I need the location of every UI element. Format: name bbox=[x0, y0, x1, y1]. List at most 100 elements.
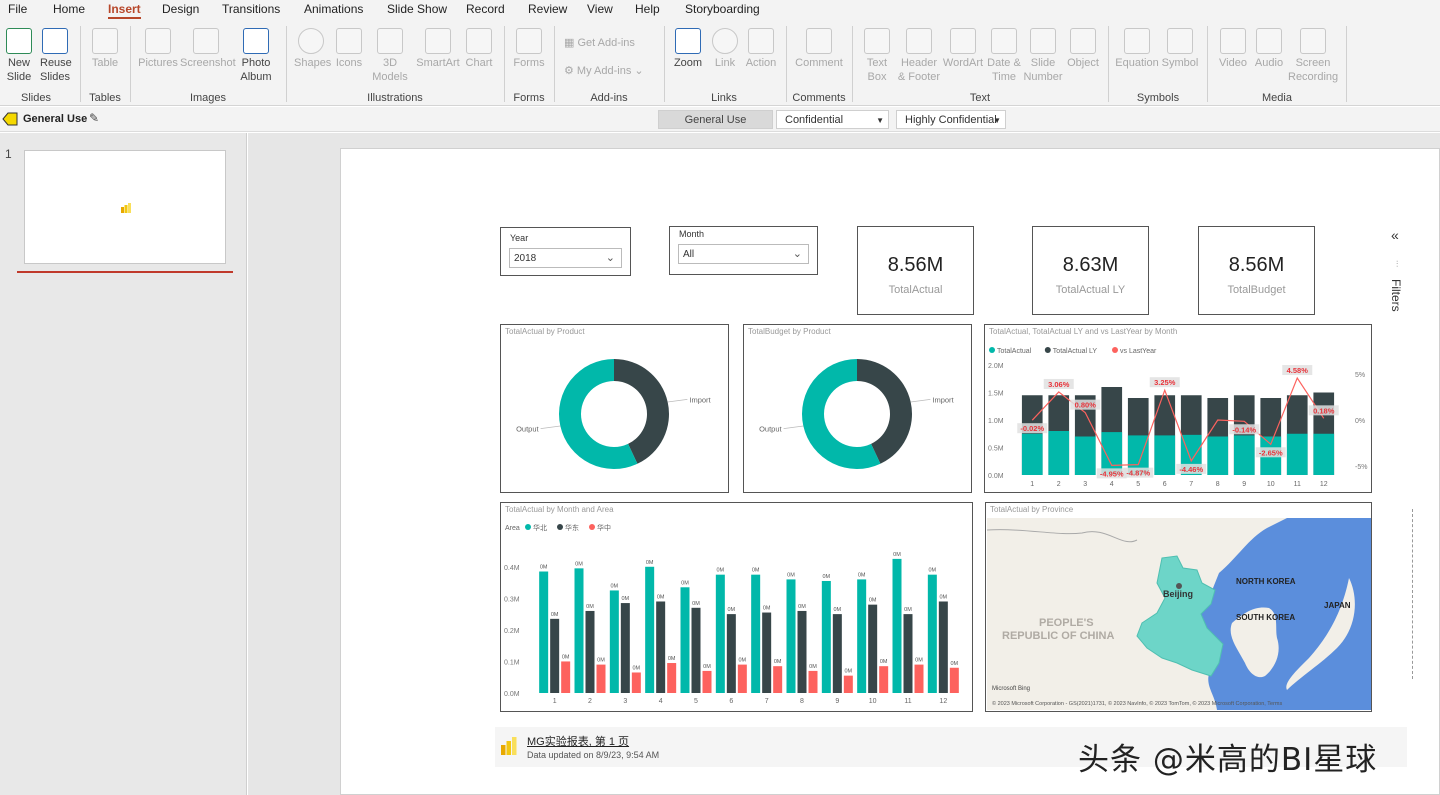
comment-button[interactable]: Comment bbox=[792, 28, 846, 70]
forms-button[interactable]: Forms bbox=[512, 28, 546, 70]
equation-button[interactable]: Equation bbox=[1114, 28, 1160, 70]
tab-help[interactable]: Help bbox=[635, 2, 660, 16]
bar-data-label: 0M bbox=[728, 607, 736, 613]
x-tick-label: 11 bbox=[904, 698, 911, 705]
group-label-text: Text bbox=[969, 92, 991, 104]
month-slicer-dropdown[interactable]: All ⌄ bbox=[678, 244, 809, 264]
pencil-icon[interactable]: ✎ bbox=[89, 111, 99, 125]
pictures-button[interactable]: Pictures bbox=[138, 28, 178, 70]
screen-recording-icon bbox=[1300, 28, 1326, 54]
y-tick-label: 0.0M bbox=[504, 691, 520, 698]
object-button[interactable]: Object bbox=[1064, 28, 1102, 70]
donut-chart-budget[interactable]: TotalBudget by Product Import Output bbox=[743, 324, 972, 493]
bar-huazhong bbox=[808, 670, 818, 693]
bar-data-label: 0M bbox=[787, 572, 795, 578]
slide-number-button[interactable]: Slide Number bbox=[1022, 28, 1064, 84]
group-separator bbox=[286, 26, 287, 102]
map-visual-province[interactable]: TotalActual by Province Beijing NORTH KO… bbox=[985, 502, 1372, 712]
my-addins-button[interactable]: ⚙ My Add-ins ⌄ bbox=[564, 64, 644, 77]
bar-totalactual bbox=[1048, 431, 1070, 475]
new-slide-button[interactable]: New Slide bbox=[4, 28, 34, 84]
month-slicer[interactable]: Month All ⌄ bbox=[669, 226, 818, 275]
combo-chart-monthly[interactable]: TotalActual, TotalActual LY and vs LastY… bbox=[984, 324, 1372, 493]
year-slicer[interactable]: Year 2018 ⌄ bbox=[500, 227, 631, 276]
line-data-label: 3.06% bbox=[1048, 380, 1070, 389]
tab-view[interactable]: View bbox=[587, 2, 613, 16]
speaker-icon bbox=[1256, 28, 1282, 54]
clustered-bar-chart-area[interactable]: TotalActual by Month and Area Area 华北 华东 华中… bbox=[500, 502, 973, 712]
tab-review[interactable]: Review bbox=[528, 2, 567, 16]
sensitivity-current-label[interactable]: General Use bbox=[23, 113, 87, 125]
dropdown-arrow-icon: ▼ bbox=[993, 116, 1001, 125]
bar-totalactual bbox=[1154, 435, 1176, 475]
bar-data-label: 0M bbox=[633, 665, 641, 671]
3d-models-button[interactable]: 3D Models bbox=[370, 28, 410, 84]
map-label-north-korea: NORTH KOREA bbox=[1236, 577, 1296, 586]
legend-marker bbox=[589, 524, 595, 530]
header-footer-icon bbox=[906, 28, 932, 54]
tab-insert[interactable]: Insert bbox=[108, 2, 141, 19]
slide-canvas[interactable]: Year 2018 ⌄ Month All ⌄ 8.56M TotalActua… bbox=[340, 148, 1440, 795]
donut-label: Import bbox=[932, 395, 954, 404]
tab-storyboarding[interactable]: Storyboarding bbox=[685, 2, 760, 16]
photo-album-button[interactable]: Photo Album bbox=[236, 28, 276, 84]
screenshot-button[interactable]: Screenshot bbox=[180, 28, 236, 70]
get-addins-button[interactable]: ▦ Get Add-ins bbox=[564, 36, 635, 49]
screen-recording-button[interactable]: Screen Recording bbox=[1288, 28, 1338, 84]
smartart-button[interactable]: SmartArt bbox=[414, 28, 462, 70]
year-slicer-dropdown[interactable]: 2018 ⌄ bbox=[509, 248, 622, 268]
sensitivity-option-highly-confidential[interactable]: Highly Confidential ▼ bbox=[896, 110, 1006, 129]
audio-button[interactable]: Audio bbox=[1252, 28, 1286, 70]
x-tick-label: 10 bbox=[1267, 481, 1275, 488]
bar-data-label: 0M bbox=[763, 606, 771, 612]
tab-home[interactable]: Home bbox=[53, 2, 85, 16]
omega-icon bbox=[1167, 28, 1193, 54]
tab-design[interactable]: Design bbox=[162, 2, 199, 16]
text-box-button[interactable]: Text Box bbox=[860, 28, 894, 84]
filters-label[interactable]: Filters bbox=[1389, 279, 1403, 312]
slide-workspace: Year 2018 ⌄ Month All ⌄ 8.56M TotalActua… bbox=[248, 133, 1440, 795]
tab-transitions[interactable]: Transitions bbox=[222, 2, 280, 16]
tab-record[interactable]: Record bbox=[466, 2, 505, 16]
tab-slide-show[interactable]: Slide Show bbox=[387, 2, 447, 16]
expand-filters-icon[interactable]: « bbox=[1391, 227, 1399, 243]
kpi-label: TotalActual bbox=[888, 284, 943, 296]
sensitivity-option-confidential[interactable]: Confidential ▼ bbox=[776, 110, 889, 129]
chart-button[interactable]: Chart bbox=[464, 28, 494, 70]
shapes-button[interactable]: Shapes bbox=[294, 28, 331, 70]
y-tick-label: 0.3M bbox=[504, 596, 520, 603]
x-tick-label: 2 bbox=[588, 698, 592, 705]
bar-huabei bbox=[857, 579, 867, 693]
kpi-card-total-actual-ly: 8.63M TotalActual LY bbox=[1032, 226, 1149, 315]
table-button[interactable]: Table bbox=[90, 28, 120, 70]
bar-huazhong bbox=[702, 670, 712, 693]
zoom-button[interactable]: Zoom bbox=[672, 28, 704, 70]
map-svg[interactable]: Beijing NORTH KOREA SOUTH KOREA JAPAN PE… bbox=[987, 518, 1371, 710]
x-tick-label: 7 bbox=[765, 698, 769, 705]
sensitivity-option-general[interactable]: General Use bbox=[658, 110, 773, 129]
symbol-button[interactable]: Symbol bbox=[1160, 28, 1200, 70]
bar-data-label: 0M bbox=[858, 572, 866, 578]
bar-huabei bbox=[786, 579, 796, 693]
report-link[interactable]: MG实验报表, 第 1 页 bbox=[527, 733, 629, 749]
link-button[interactable]: Link bbox=[710, 28, 740, 70]
video-button[interactable]: Video bbox=[1216, 28, 1250, 70]
reuse-slides-button[interactable]: Reuse Slides bbox=[40, 28, 72, 84]
date-time-button[interactable]: Date & Time bbox=[984, 28, 1024, 84]
line-data-label: 0.18% bbox=[1313, 406, 1335, 415]
bar-data-label: 0M bbox=[586, 604, 594, 610]
action-button[interactable]: Action bbox=[744, 28, 778, 70]
donut-chart-actual[interactable]: TotalActual by Product Import Output bbox=[500, 324, 729, 493]
tab-file[interactable]: File bbox=[8, 2, 27, 16]
icons-button[interactable]: Icons bbox=[334, 28, 364, 70]
addin-icon: ⚙ bbox=[564, 65, 577, 77]
bar-huazhong bbox=[843, 675, 853, 693]
line-data-label: -4.87% bbox=[1126, 469, 1150, 478]
watermark-text: 头条 @米高的BI星球 bbox=[1078, 742, 1378, 778]
wordart-button[interactable]: WordArt bbox=[942, 28, 984, 70]
bar-huadong bbox=[550, 618, 560, 693]
slide-thumbnail[interactable] bbox=[24, 150, 226, 264]
tab-animations[interactable]: Animations bbox=[304, 2, 363, 16]
pictures-icon bbox=[145, 28, 171, 54]
header-footer-button[interactable]: Header & Footer bbox=[896, 28, 942, 84]
